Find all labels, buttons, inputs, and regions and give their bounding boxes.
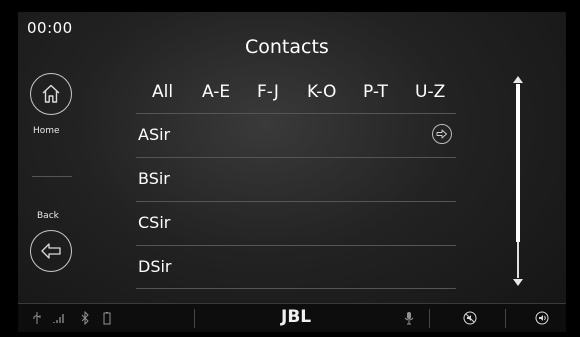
signal-icon [53,314,64,323]
battery-icon [103,312,111,325]
scroll-up-arrow-icon[interactable] [512,76,524,84]
contact-list: ASir BSir CSir DSir [136,113,456,289]
page-title: Contacts [245,36,329,58]
tab-u-z[interactable]: U-Z [415,80,455,104]
status-divider [429,309,430,328]
microphone-icon [404,312,414,325]
contacts-screen: 00:00 Contacts Home Back All A-E F-J K-O… [18,12,566,332]
bluetooth-icon [81,311,89,325]
tab-p-t[interactable]: P-T [363,80,415,104]
back-button[interactable] [30,230,72,272]
home-icon [42,84,60,103]
contact-details-button[interactable] [432,124,452,144]
contact-name: BSir [138,169,170,188]
contact-row[interactable]: BSir [136,157,456,201]
contact-row[interactable]: DSir [136,245,456,289]
back-arrow-icon [41,243,61,259]
scroll-thumb[interactable] [516,84,520,242]
volume-icon[interactable] [535,311,549,325]
contact-row[interactable]: CSir [136,201,456,245]
jbl-logo: JBL [281,307,312,327]
clock: 00:00 [27,19,73,37]
status-bar: JBL [18,303,566,332]
scrollbar[interactable] [510,76,526,286]
side-divider [32,176,72,177]
scroll-down-arrow-icon[interactable] [512,278,524,286]
tab-f-j[interactable]: F-J [257,80,307,104]
contact-name: DSir [138,257,172,276]
home-label: Home [33,126,60,136]
mute-icon[interactable] [463,311,477,325]
contact-name: ASir [138,125,171,144]
status-divider [505,309,506,328]
tab-all[interactable]: All [136,80,202,104]
tab-k-o[interactable]: K-O [307,80,363,104]
back-label: Back [37,211,59,221]
contact-name: CSir [138,213,171,232]
status-divider [194,309,195,328]
alphabet-filter-tabs: All A-E F-J K-O P-T U-Z [136,80,455,104]
usb-icon [33,312,41,324]
contact-row[interactable]: ASir [136,113,456,157]
arrow-right-icon [436,129,447,139]
home-button[interactable] [30,73,72,115]
tab-a-e[interactable]: A-E [202,80,257,104]
